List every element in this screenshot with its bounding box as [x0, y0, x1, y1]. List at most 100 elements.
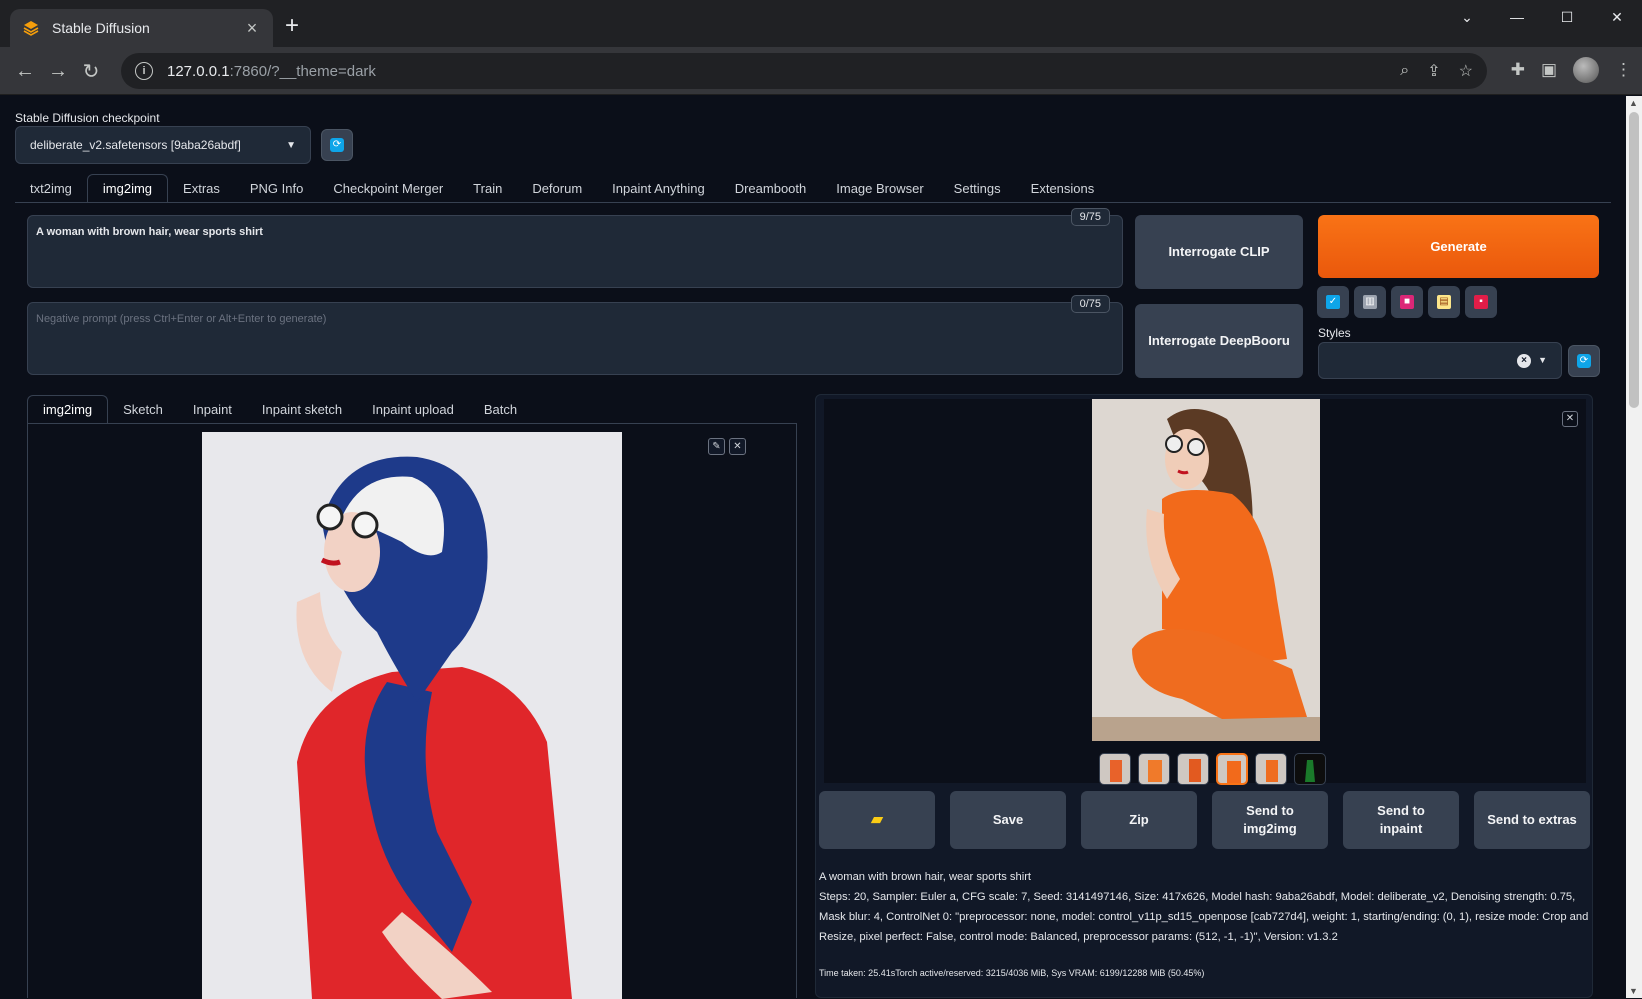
profile-avatar[interactable] — [1573, 57, 1599, 83]
thumbnail-strip — [1099, 753, 1326, 785]
interrogate-deepbooru-button[interactable]: Interrogate DeepBooru — [1135, 304, 1303, 378]
subtab-inpaint-upload[interactable]: Inpaint upload — [357, 402, 469, 423]
clipboard-icon: ▤ — [1437, 295, 1451, 309]
prompt-input[interactable]: A woman with brown hair, wear sports shi… — [27, 208, 1123, 288]
extensions-puzzle-icon[interactable]: ✚ — [1511, 60, 1525, 80]
tab-img2img[interactable]: img2img — [86, 174, 169, 202]
refresh-icon: ⟳ — [1577, 354, 1591, 368]
site-info-icon[interactable]: i — [135, 62, 153, 80]
side-panel-icon[interactable]: ▣ — [1541, 60, 1557, 80]
reload-icon[interactable]: ↻ — [77, 57, 105, 85]
clear-styles-icon[interactable]: × — [1517, 354, 1531, 368]
thumbnail-4[interactable] — [1216, 753, 1248, 785]
edit-image-icon[interactable]: ✎ — [708, 438, 725, 455]
styles-label: Styles — [1318, 326, 1351, 340]
bookmark-star-icon[interactable]: ☆ — [1459, 61, 1473, 81]
trash-icon: ▥ — [1363, 295, 1377, 309]
tab-png-info[interactable]: PNG Info — [235, 181, 318, 202]
refresh-styles-button[interactable]: ⟳ — [1568, 345, 1600, 377]
window-controls: ⌄ — ☐ ✕ — [1442, 0, 1642, 34]
tab-txt2img[interactable]: txt2img — [15, 181, 87, 202]
forward-icon[interactable]: → — [44, 57, 72, 85]
source-image[interactable] — [202, 432, 622, 999]
styles-dropdown[interactable]: × ▼ — [1318, 342, 1562, 379]
maximize-icon[interactable]: ☐ — [1542, 0, 1592, 34]
subtab-img2img[interactable]: img2img — [27, 395, 109, 423]
tab-extensions[interactable]: Extensions — [1016, 181, 1110, 202]
thumbnail-1[interactable] — [1099, 753, 1131, 785]
share-icon[interactable]: ⇪ — [1427, 61, 1440, 81]
negative-prompt-placeholder: Negative prompt (press Ctrl+Enter or Alt… — [36, 313, 327, 325]
webui-app: Stable Diffusion checkpoint deliberate_v… — [0, 96, 1626, 999]
url-path: :7860/?__theme=dark — [229, 62, 376, 80]
tab-search-icon[interactable]: ⌄ — [1442, 0, 1492, 34]
thumbnail-6[interactable] — [1294, 753, 1326, 785]
subtab-inpaint-sketch[interactable]: Inpaint sketch — [247, 402, 357, 423]
subtab-inpaint[interactable]: Inpaint — [178, 402, 247, 423]
subtab-batch[interactable]: Batch — [469, 402, 532, 423]
folder-icon: ▰ — [871, 810, 883, 828]
apply-styles-button[interactable]: ▤ — [1428, 286, 1460, 318]
thumbnail-3[interactable] — [1177, 753, 1209, 785]
tab-extras[interactable]: Extras — [168, 181, 235, 202]
source-image-panel: ✎ ✕ — [27, 423, 797, 999]
generation-params: Steps: 20, Sampler: Euler a, CFG scale: … — [819, 891, 1589, 943]
generation-info: A woman with brown hair, wear sports shi… — [819, 867, 1589, 947]
send-to-img2img-button[interactable]: Send to img2img — [1212, 791, 1328, 849]
new-tab-icon[interactable]: + — [285, 14, 299, 38]
interrogate-clip-button[interactable]: Interrogate CLIP — [1135, 215, 1303, 289]
refresh-checkpoint-button[interactable]: ⟳ — [321, 129, 353, 161]
zoom-icon[interactable]: ⌕ — [1400, 62, 1409, 80]
browser-menu-icon[interactable]: ⋮ — [1615, 60, 1632, 80]
output-panel: ✕ ▰ Save Zip Send to img2img Send to inp… — [815, 394, 1593, 998]
tab-train[interactable]: Train — [458, 181, 517, 202]
extra-networks-button[interactable]: ■ — [1391, 286, 1423, 318]
minimize-icon[interactable]: — — [1492, 0, 1542, 34]
prompt-token-counter: 9/75 — [1070, 208, 1110, 226]
checkpoint-label: Stable Diffusion checkpoint — [15, 111, 160, 125]
show-extra-networks-button[interactable]: ✓ — [1317, 286, 1349, 318]
thumbnail-5[interactable] — [1255, 753, 1287, 785]
floppy-disk-icon: ▪ — [1474, 295, 1488, 309]
tab-deforum[interactable]: Deforum — [517, 181, 597, 202]
generation-prompt: A woman with brown hair, wear sports shi… — [819, 871, 1032, 883]
checkbox-icon: ✓ — [1326, 295, 1340, 309]
prompt-text: A woman with brown hair, wear sports shi… — [36, 226, 263, 238]
browser-tab-title: Stable Diffusion — [52, 20, 150, 36]
tab-checkpoint-merger[interactable]: Checkpoint Merger — [318, 181, 458, 202]
negative-prompt-input[interactable]: Negative prompt (press Ctrl+Enter or Alt… — [27, 295, 1123, 375]
close-tab-icon[interactable]: × — [243, 18, 261, 39]
thumbnail-2[interactable] — [1138, 753, 1170, 785]
img2img-sub-tabs: img2img Sketch Inpaint Inpaint sketch In… — [27, 393, 532, 423]
checkpoint-dropdown[interactable]: deliberate_v2.safetensors [9aba26abdf] ▼ — [15, 126, 311, 164]
save-button[interactable]: Save — [950, 791, 1066, 849]
output-gallery: ✕ — [824, 399, 1586, 785]
result-image[interactable] — [1092, 399, 1320, 741]
close-gallery-icon[interactable]: ✕ — [1562, 411, 1578, 427]
send-to-extras-button[interactable]: Send to extras — [1474, 791, 1590, 849]
open-folder-button[interactable]: ▰ — [819, 791, 935, 849]
remove-image-icon[interactable]: ✕ — [729, 438, 746, 455]
browser-tab[interactable]: Stable Diffusion × — [10, 9, 273, 47]
tab-dreambooth[interactable]: Dreambooth — [720, 181, 822, 202]
checkpoint-value: deliberate_v2.safetensors [9aba26abdf] — [30, 138, 241, 152]
refresh-icon: ⟳ — [330, 138, 344, 152]
address-bar[interactable]: i 127.0.0.1:7860/?__theme=dark ⌕ ⇪ ☆ — [121, 53, 1487, 89]
subtab-sketch[interactable]: Sketch — [108, 402, 178, 423]
save-style-button[interactable]: ▪ — [1465, 286, 1497, 318]
tab-inpaint-anything[interactable]: Inpaint Anything — [597, 181, 720, 202]
zip-button[interactable]: Zip — [1081, 791, 1197, 849]
output-actions: ▰ Save Zip Send to img2img Send to inpai… — [819, 791, 1590, 849]
generate-button[interactable]: Generate — [1318, 215, 1599, 278]
send-to-inpaint-button[interactable]: Send to inpaint — [1343, 791, 1459, 849]
back-icon[interactable]: ← — [11, 57, 39, 85]
scroll-thumb[interactable] — [1629, 112, 1639, 408]
tab-settings[interactable]: Settings — [939, 181, 1016, 202]
clear-prompt-button[interactable]: ▥ — [1354, 286, 1386, 318]
scroll-down-icon[interactable]: ▼ — [1629, 986, 1638, 996]
browser-toolbar: ← → ↻ i 127.0.0.1:7860/?__theme=dark ⌕ ⇪… — [0, 47, 1642, 95]
close-window-icon[interactable]: ✕ — [1592, 0, 1642, 34]
scroll-up-icon[interactable]: ▲ — [1629, 98, 1638, 108]
tab-image-browser[interactable]: Image Browser — [821, 181, 938, 202]
page-scrollbar[interactable]: ▲ ▼ — [1626, 96, 1642, 998]
